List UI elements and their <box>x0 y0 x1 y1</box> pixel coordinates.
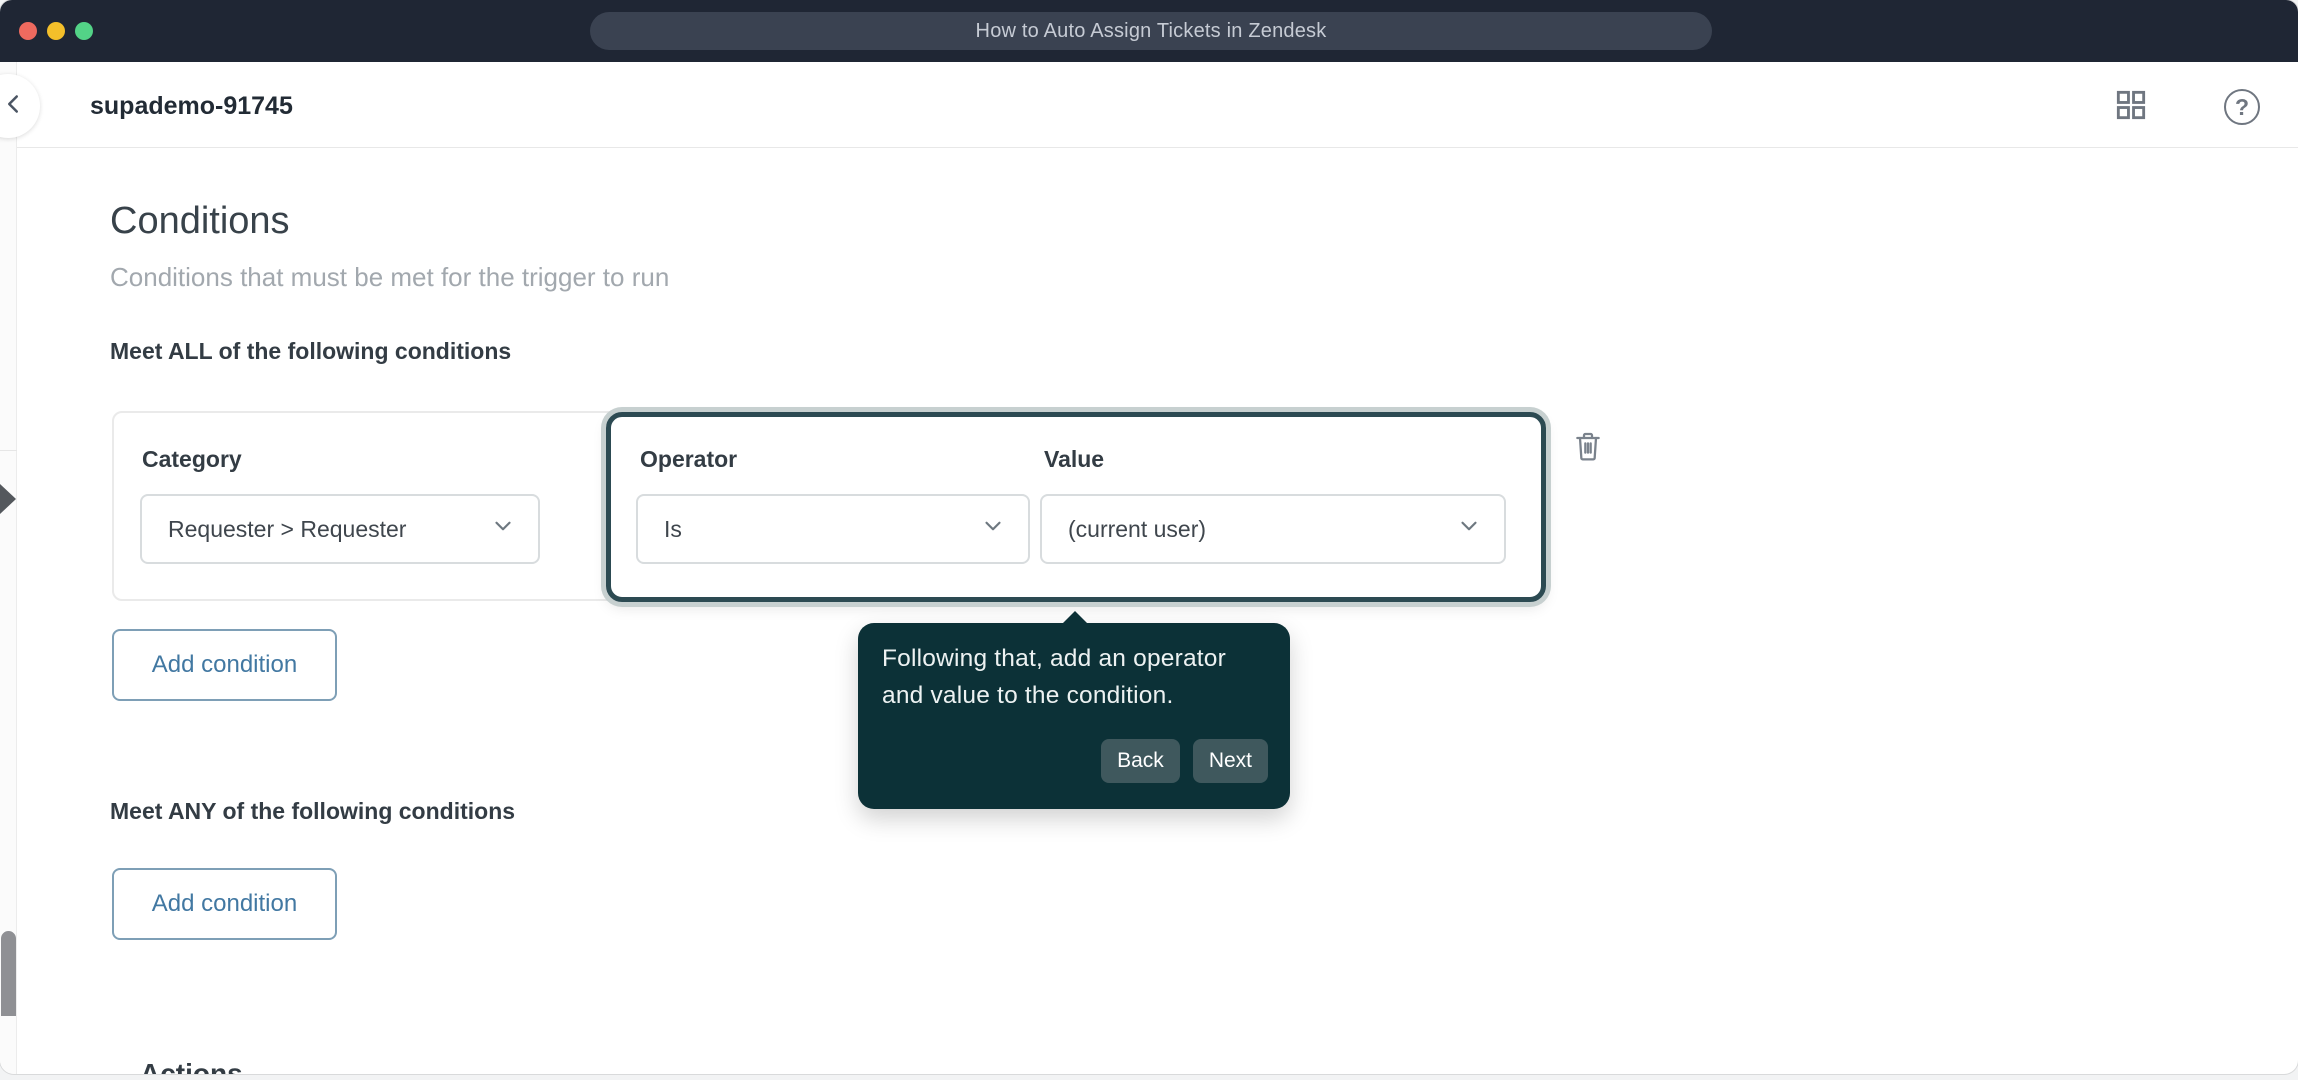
tooltip-text: Following that, add an operator and valu… <box>882 645 1226 709</box>
value-label: Value <box>1044 446 1105 472</box>
operator-select[interactable]: Is <box>636 494 1030 564</box>
meet-all-section-title: Meet ALL of the following conditions <box>110 338 512 364</box>
chevron-left-icon <box>0 89 28 124</box>
tour-tooltip: Following that, add an operator and valu… <box>858 611 1290 809</box>
category-label: Category <box>142 446 242 472</box>
add-condition-button-all[interactable]: Add condition <box>112 629 337 701</box>
trash-icon <box>1572 428 1604 469</box>
browser-window: How to Auto Assign Tickets in Zendesk su… <box>0 0 2298 1074</box>
category-select[interactable]: Requester > Requester <box>140 494 540 564</box>
add-condition-button-any[interactable]: Add condition <box>112 868 337 940</box>
close-window-button[interactable] <box>19 22 37 40</box>
panel-resize-handle[interactable] <box>0 484 16 514</box>
actions-section-title-partial: Actions <box>140 1058 243 1074</box>
apps-grid-button[interactable] <box>2112 88 2150 126</box>
value-select[interactable]: (current user) <box>1040 494 1506 564</box>
operator-label: Operator <box>640 446 738 472</box>
demo-title: supademo-91745 <box>90 92 293 120</box>
tooltip-caret <box>1063 611 1087 623</box>
traffic-lights <box>19 22 93 40</box>
vertical-scrollbar-thumb[interactable] <box>1 931 16 1016</box>
delete-condition-button[interactable] <box>1570 428 1606 468</box>
question-mark-icon: ? <box>2234 93 2250 120</box>
chevron-down-icon <box>1456 513 1482 545</box>
page-subtitle: Conditions that must be met for the trig… <box>110 262 670 292</box>
chevron-down-icon <box>490 513 516 545</box>
tour-next-button[interactable]: Next <box>1192 739 1268 783</box>
window-title: How to Auto Assign Tickets in Zendesk <box>590 12 1712 50</box>
rail-divider <box>0 450 17 451</box>
meet-any-section-title: Meet ANY of the following conditions <box>110 798 516 824</box>
grid-icon <box>2112 86 2150 129</box>
category-select-value: Requester > Requester <box>168 515 407 542</box>
tour-back-button[interactable]: Back <box>1101 739 1180 783</box>
value-select-value: (current user) <box>1068 515 1207 542</box>
app-header <box>17 62 2298 148</box>
minimize-window-button[interactable] <box>47 22 65 40</box>
zoom-window-button[interactable] <box>75 22 93 40</box>
help-button[interactable]: ? <box>2224 89 2260 125</box>
titlebar: How to Auto Assign Tickets in Zendesk <box>0 0 2298 62</box>
operator-select-value: Is <box>664 515 682 542</box>
page-title: Conditions <box>110 200 290 242</box>
tooltip-actions: Back Next <box>1101 739 1268 783</box>
chevron-down-icon <box>980 513 1006 545</box>
left-rail <box>0 62 17 1074</box>
